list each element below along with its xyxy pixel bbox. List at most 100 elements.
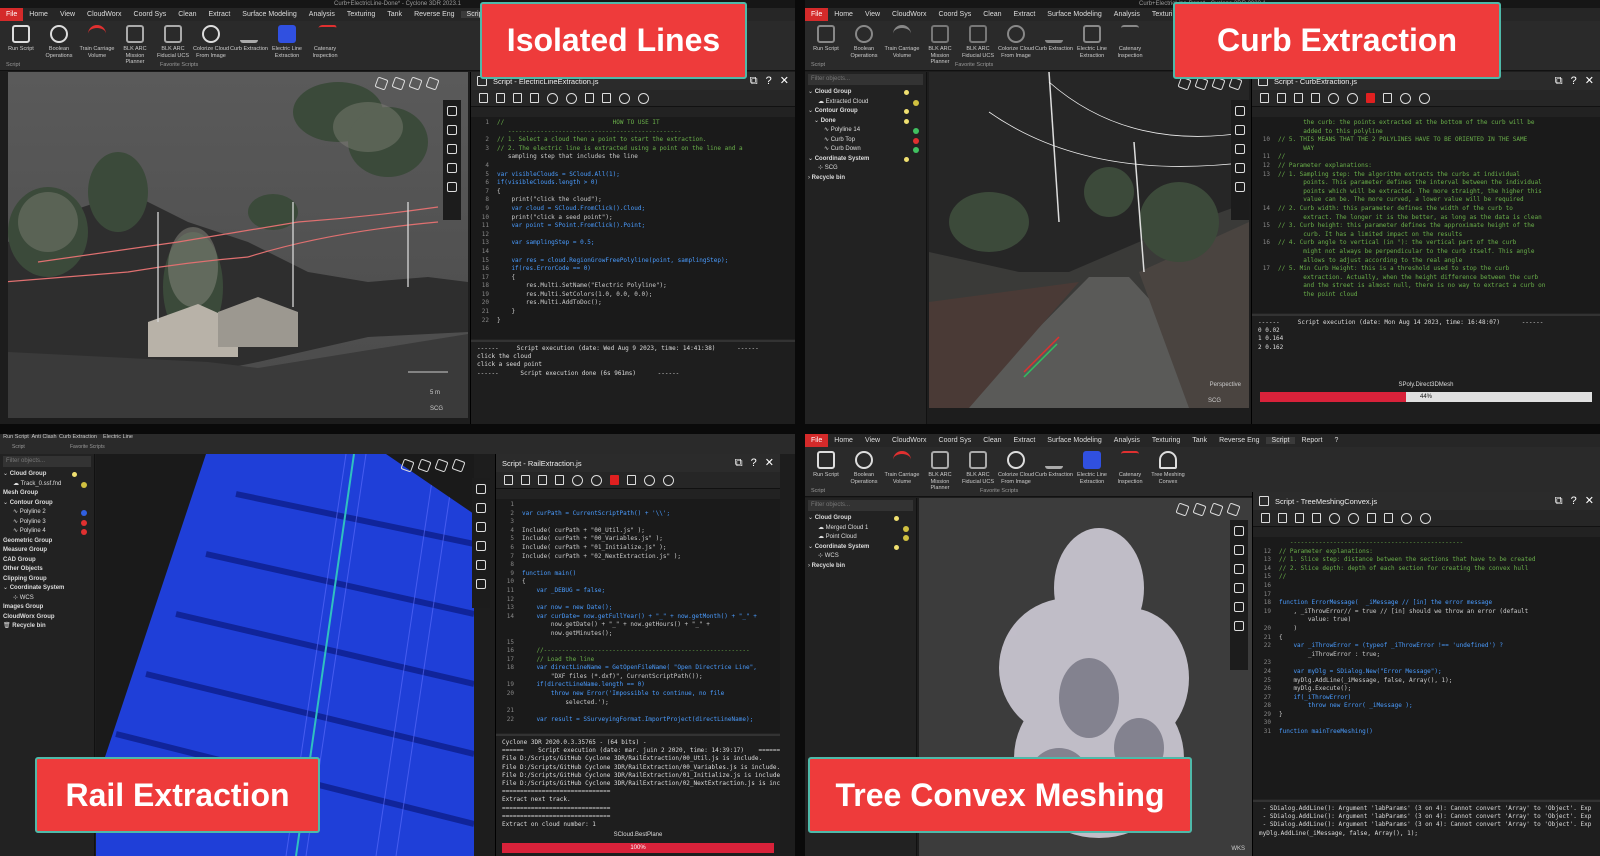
tag-icon[interactable] — [451, 458, 466, 473]
menu-item[interactable]: Home — [23, 11, 54, 18]
tree-item[interactable]: ⌄ Coordinate System — [808, 155, 923, 165]
bookmark-icon[interactable] — [602, 93, 611, 103]
open-folder-icon[interactable] — [496, 93, 505, 103]
open-folder-icon[interactable] — [521, 475, 530, 485]
measure-icon[interactable] — [1235, 125, 1245, 135]
help-icon[interactable]: ? — [1571, 74, 1577, 88]
menu-file[interactable]: File — [805, 434, 829, 447]
tree-item[interactable]: 🗑 Recycle bin — [3, 622, 91, 632]
measure-icon[interactable] — [476, 522, 486, 532]
script-help-icon[interactable] — [663, 474, 674, 486]
save-as-icon[interactable] — [1312, 513, 1321, 523]
script-help-icon[interactable] — [1420, 512, 1431, 524]
tree-item[interactable]: CloudWorx Group — [3, 613, 91, 623]
tree-item[interactable]: ⌄ Done — [808, 117, 923, 127]
save-as-icon[interactable] — [1311, 93, 1320, 103]
menu-item[interactable]: Texturing — [1146, 437, 1186, 444]
favorite-icon[interactable] — [1401, 512, 1412, 524]
save-icon[interactable] — [1295, 513, 1304, 523]
menu-item[interactable]: Surface Modeling — [236, 11, 302, 18]
menu-item[interactable]: Clean — [977, 11, 1007, 18]
measure-icon[interactable] — [1234, 545, 1244, 555]
stop-icon[interactable] — [1366, 93, 1375, 103]
menu-item[interactable]: View — [859, 437, 886, 444]
new-file-icon[interactable] — [504, 475, 513, 485]
curb-extraction-button[interactable]: Curb Extraction — [1035, 449, 1073, 496]
save-icon[interactable] — [1294, 93, 1303, 103]
menu-item[interactable]: Coord Sys — [933, 437, 978, 444]
close-icon[interactable]: ✕ — [780, 74, 789, 88]
navigate-icon[interactable] — [1235, 163, 1245, 173]
menu-item[interactable]: View — [54, 11, 81, 18]
menu-item[interactable]: CloudWorx — [886, 11, 933, 18]
ruler-icon[interactable] — [374, 76, 389, 91]
tree-item[interactable]: Images Group — [3, 603, 91, 613]
pin-icon[interactable] — [1235, 182, 1245, 192]
ruler-icon[interactable] — [1175, 502, 1190, 517]
menu-file[interactable]: File — [0, 8, 24, 21]
menu-item-script[interactable]: Script — [1265, 437, 1296, 444]
save-icon[interactable] — [513, 93, 522, 103]
target-icon[interactable] — [447, 106, 457, 116]
help-icon[interactable]: ? — [751, 456, 757, 470]
menu-item[interactable]: Coord Sys — [128, 11, 173, 18]
measure-icon[interactable] — [447, 125, 457, 135]
target-icon[interactable] — [1235, 106, 1245, 116]
tree-item[interactable]: ☁ Merged Cloud 1 — [808, 524, 913, 534]
electric-line-button[interactable]: Electric Line Extraction — [1073, 23, 1111, 70]
popout-icon[interactable]: ⧉ — [1555, 494, 1563, 508]
tree-item[interactable]: ⌄ Cloud Group — [808, 88, 923, 98]
train-carriage-button[interactable]: Train Carriage Volume — [883, 449, 921, 496]
filter-input[interactable]: Filter objects... — [808, 74, 923, 85]
tree-item[interactable]: Other Objects — [3, 565, 91, 575]
menu-item[interactable]: Extract — [1008, 11, 1042, 18]
ruler-icon[interactable] — [400, 458, 415, 473]
curb-extraction-button[interactable]: Curb Extraction — [1035, 23, 1073, 70]
tree-meshing-button[interactable]: Tree Meshing Convex — [1149, 449, 1187, 496]
menu-item[interactable]: Home — [828, 437, 859, 444]
tree-item[interactable]: ⊹ SCG — [808, 164, 923, 174]
menu-item[interactable]: CloudWorx — [81, 11, 128, 18]
coord-system-label[interactable]: WKS — [1231, 846, 1245, 852]
tree-item[interactable]: Measure Group — [3, 546, 91, 556]
menu-item[interactable]: View — [859, 11, 886, 18]
catenary-button[interactable]: Catenary Inspection — [1111, 23, 1149, 70]
navigate-icon[interactable] — [476, 560, 486, 570]
tree-item[interactable]: ∿ Polyline 4 — [3, 527, 91, 537]
run-selection-icon[interactable] — [591, 474, 602, 486]
tree-item[interactable]: ☁ Point Cloud — [808, 533, 913, 543]
menu-item[interactable]: Reverse Eng — [408, 11, 460, 18]
tree-item[interactable]: ☁ Extracted Cloud — [808, 98, 923, 108]
tree-item[interactable]: ∿ Curb Top — [808, 136, 923, 146]
run-icon[interactable] — [1328, 92, 1339, 104]
open-folder-icon[interactable] — [1277, 93, 1286, 103]
script-help-icon[interactable] — [1419, 92, 1430, 104]
menu-item[interactable]: Reverse Eng — [1213, 437, 1265, 444]
save-icon[interactable] — [538, 475, 547, 485]
stop-icon[interactable] — [585, 93, 594, 103]
favorite-icon[interactable] — [619, 92, 630, 104]
run-selection-icon[interactable] — [1348, 512, 1359, 524]
blk-arc-mission-button[interactable]: BLK ARC Mission Planner — [116, 23, 154, 70]
colorize-cloud-button[interactable]: Colorize Cloud From Image — [997, 23, 1035, 70]
menu-item[interactable]: Tank — [381, 11, 408, 18]
electric-line-button[interactable]: Electric Line Extraction — [268, 23, 306, 70]
tree-item[interactable]: ⌄ Cloud Group — [808, 514, 913, 524]
tree-item[interactable]: Mesh Group — [3, 489, 91, 499]
tree-item[interactable]: ⊹ WCS — [3, 594, 91, 604]
code-editor[interactable]: ----------------------------------------… — [1253, 537, 1600, 799]
new-file-icon[interactable] — [1261, 513, 1270, 523]
tree-item[interactable]: ⌄ Coordinate System — [3, 584, 91, 594]
train-carriage-button[interactable]: Train Carriage Volume — [78, 23, 116, 70]
new-file-icon[interactable] — [479, 93, 488, 103]
coord-system-label[interactable]: SCG — [430, 406, 443, 412]
close-icon[interactable]: ✕ — [1585, 74, 1594, 88]
sticky-icon[interactable] — [391, 76, 406, 91]
menu-item[interactable]: Tank — [1186, 437, 1213, 444]
run-selection-icon[interactable] — [566, 92, 577, 104]
script-help-icon[interactable] — [638, 92, 649, 104]
pin-icon[interactable] — [447, 182, 457, 192]
tree-item[interactable]: CAD Group — [3, 556, 91, 566]
menu-item[interactable]: Report — [1295, 437, 1328, 444]
tag-icon[interactable] — [1226, 502, 1241, 517]
